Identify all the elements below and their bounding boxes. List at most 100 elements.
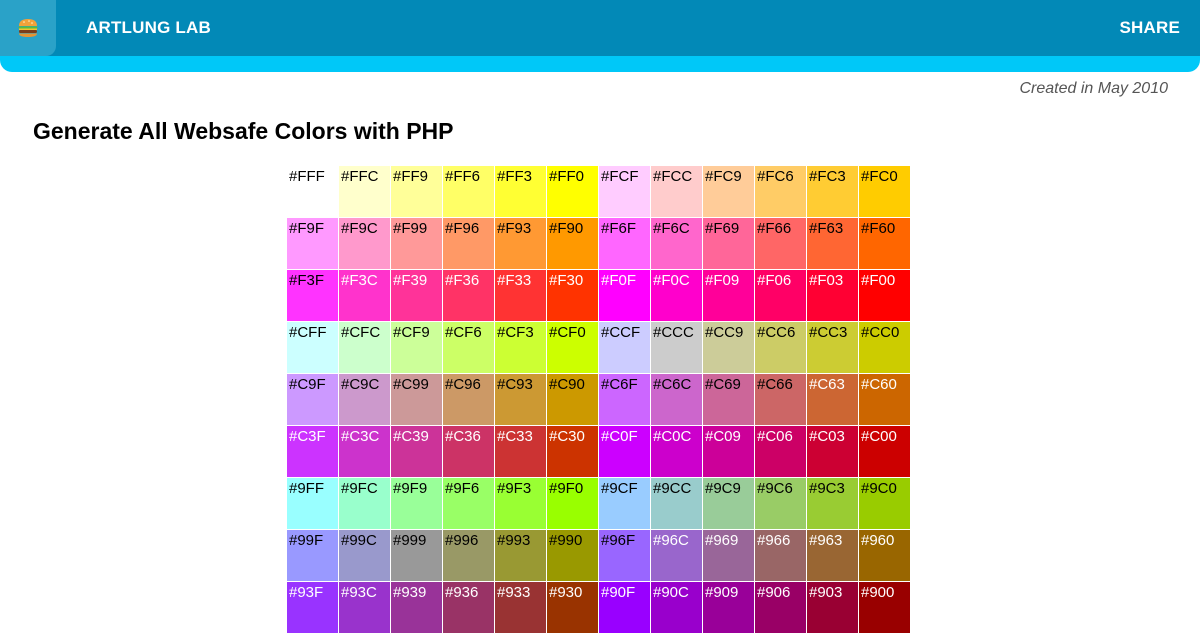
- color-swatch: #C39: [391, 426, 443, 478]
- color-swatch: #969: [703, 530, 755, 582]
- color-swatch: #C3F: [287, 426, 339, 478]
- color-swatch: #96C: [651, 530, 703, 582]
- color-swatch: #F66: [755, 218, 807, 270]
- color-swatch: #CC6: [755, 322, 807, 374]
- color-swatch: #993: [495, 530, 547, 582]
- color-swatch: #909: [703, 582, 755, 634]
- color-swatch: #FF3: [495, 166, 547, 218]
- header-bar: ARTLUNG LAB SHARE: [0, 0, 1200, 56]
- color-swatch: #CFC: [339, 322, 391, 374]
- color-swatch: #F69: [703, 218, 755, 270]
- color-swatch: #C9F: [287, 374, 339, 426]
- color-swatch: #9C0: [859, 478, 911, 530]
- color-swatch: #C36: [443, 426, 495, 478]
- color-swatch: #F3F: [287, 270, 339, 322]
- color-swatch: #960: [859, 530, 911, 582]
- color-swatch: #CC3: [807, 322, 859, 374]
- color-swatch: #99F: [287, 530, 339, 582]
- color-swatch: #FF9: [391, 166, 443, 218]
- color-swatch: #F33: [495, 270, 547, 322]
- color-swatch: #9FC: [339, 478, 391, 530]
- color-swatch: #C0C: [651, 426, 703, 478]
- color-swatch: #C09: [703, 426, 755, 478]
- color-swatch: #C00: [859, 426, 911, 478]
- color-swatch: #F36: [443, 270, 495, 322]
- color-swatch: #FF6: [443, 166, 495, 218]
- color-swatch: #F39: [391, 270, 443, 322]
- color-swatch: #C96: [443, 374, 495, 426]
- color-swatch: #F0F: [599, 270, 651, 322]
- color-swatch: #90F: [599, 582, 651, 634]
- color-swatch: #9CC: [651, 478, 703, 530]
- color-swatch: #F9F: [287, 218, 339, 270]
- color-swatch: #FCC: [651, 166, 703, 218]
- color-swatch: #C99: [391, 374, 443, 426]
- color-swatch: #FCF: [599, 166, 651, 218]
- color-swatch: #C60: [859, 374, 911, 426]
- color-swatch: #900: [859, 582, 911, 634]
- color-swatch: #996: [443, 530, 495, 582]
- color-swatch: #C03: [807, 426, 859, 478]
- color-swatch: #C6F: [599, 374, 651, 426]
- color-swatch: #CF3: [495, 322, 547, 374]
- color-swatch: #F3C: [339, 270, 391, 322]
- color-swatch: #9CF: [599, 478, 651, 530]
- color-swatch: #90C: [651, 582, 703, 634]
- color-swatch: #FF0: [547, 166, 599, 218]
- color-swatch: #F6C: [651, 218, 703, 270]
- color-swatch: #9FF: [287, 478, 339, 530]
- websafe-color-grid: #FFF #FFC #FF9 #FF6 #FF3 #FF0 #FCF #FCC #FC9 #FC6…: [287, 166, 911, 634]
- color-swatch: #963: [807, 530, 859, 582]
- color-swatch: #FC3: [807, 166, 859, 218]
- color-swatch: #9F0: [547, 478, 599, 530]
- color-swatch: #99C: [339, 530, 391, 582]
- color-swatch: #C69: [703, 374, 755, 426]
- color-swatch: #F6F: [599, 218, 651, 270]
- site-header: ARTLUNG LAB SHARE: [0, 0, 1200, 72]
- color-swatch: #CFF: [287, 322, 339, 374]
- created-date: Created in May 2010: [1019, 80, 1168, 97]
- color-swatch: #FC6: [755, 166, 807, 218]
- color-swatch: #93F: [287, 582, 339, 634]
- color-swatch: #F96: [443, 218, 495, 270]
- color-swatch: #F03: [807, 270, 859, 322]
- share-button[interactable]: SHARE: [1119, 0, 1180, 56]
- color-swatch: #F30: [547, 270, 599, 322]
- color-swatch: #F63: [807, 218, 859, 270]
- color-swatch: #C3C: [339, 426, 391, 478]
- color-swatch: #9C3: [807, 478, 859, 530]
- color-swatch: #C9C: [339, 374, 391, 426]
- color-swatch: #930: [547, 582, 599, 634]
- color-swatch: #C06: [755, 426, 807, 478]
- color-swatch: #933: [495, 582, 547, 634]
- color-swatch: #C6C: [651, 374, 703, 426]
- color-swatch: #CF6: [443, 322, 495, 374]
- color-swatch: #F0C: [651, 270, 703, 322]
- color-swatch: #F09: [703, 270, 755, 322]
- color-swatch: #936: [443, 582, 495, 634]
- color-swatch: #903: [807, 582, 859, 634]
- burger-icon: [18, 19, 38, 37]
- color-swatch: #F90: [547, 218, 599, 270]
- color-swatch: #C66: [755, 374, 807, 426]
- color-swatch: #F06: [755, 270, 807, 322]
- color-swatch: #966: [755, 530, 807, 582]
- color-swatch: #9F3: [495, 478, 547, 530]
- color-swatch: #C90: [547, 374, 599, 426]
- color-swatch: #CCC: [651, 322, 703, 374]
- color-swatch: #C30: [547, 426, 599, 478]
- color-swatch: #FC0: [859, 166, 911, 218]
- color-swatch: #CF0: [547, 322, 599, 374]
- color-swatch: #990: [547, 530, 599, 582]
- color-swatch: #999: [391, 530, 443, 582]
- menu-button[interactable]: [0, 0, 56, 56]
- color-swatch: #F9C: [339, 218, 391, 270]
- color-swatch: #C33: [495, 426, 547, 478]
- color-swatch: #C63: [807, 374, 859, 426]
- color-swatch: #9C9: [703, 478, 755, 530]
- color-swatch: #CF9: [391, 322, 443, 374]
- brand-link[interactable]: ARTLUNG LAB: [86, 0, 211, 56]
- color-swatch: #CC9: [703, 322, 755, 374]
- color-swatch: #FFF: [287, 166, 339, 218]
- color-swatch: #FC9: [703, 166, 755, 218]
